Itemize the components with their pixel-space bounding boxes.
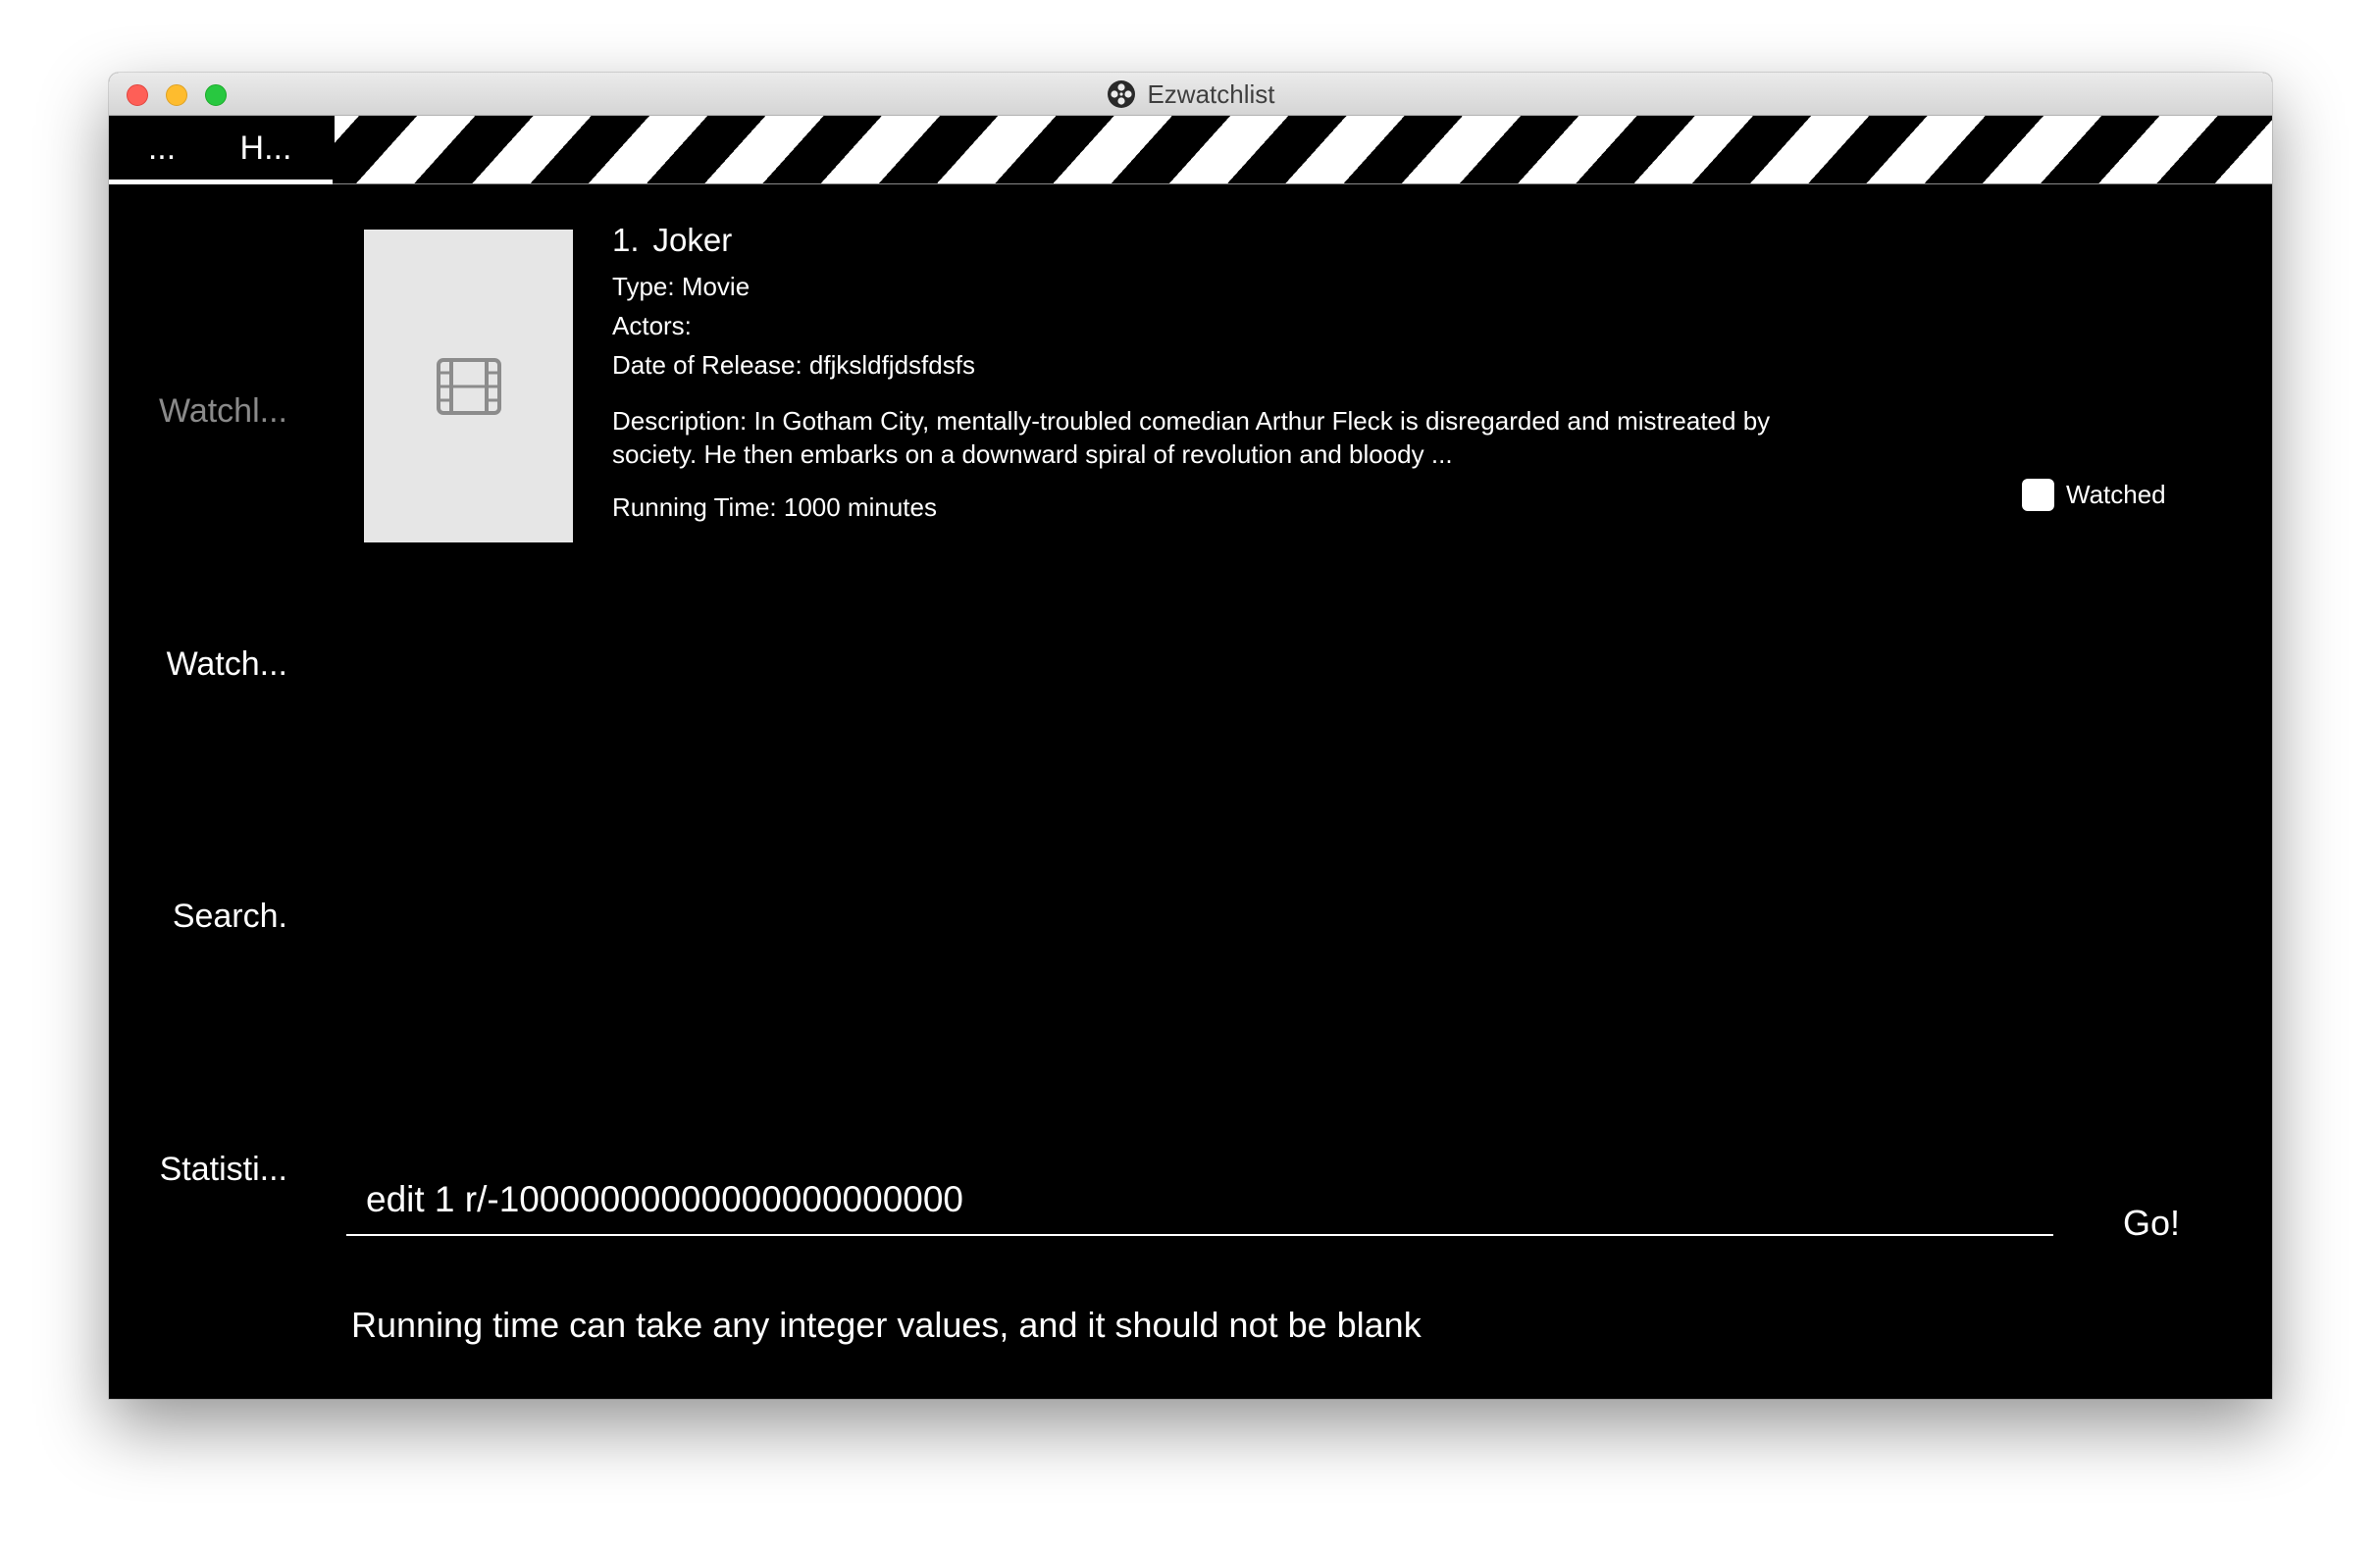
film-reel-icon <box>1108 80 1136 108</box>
checkbox-box[interactable] <box>2022 479 2054 511</box>
watched-checkbox[interactable]: Watched <box>2022 479 2166 511</box>
sidebar-item-statistics[interactable]: Statisti... <box>109 1151 287 1189</box>
show-index: 1. <box>612 222 640 258</box>
app-window: Ezwatchlist ... H... Watchl... Watch... … <box>109 73 2272 1399</box>
result-feedback: Running time can take any integer values… <box>351 1305 1422 1345</box>
command-input[interactable] <box>346 1170 2181 1229</box>
active-tab-indicator <box>109 180 333 184</box>
tab-bar: ... H... <box>109 116 2272 184</box>
go-button[interactable]: Go! <box>2112 1199 2191 1248</box>
clapperboard-stripes <box>335 116 2272 184</box>
command-input-underline <box>346 1234 2053 1236</box>
show-running-time: Running Time: 1000 minutes <box>612 492 937 522</box>
tab-home[interactable]: H... <box>217 116 315 184</box>
tab-bar-divider <box>333 183 2272 184</box>
sidebar-item-search[interactable]: Search. <box>109 898 287 936</box>
tab-overflow[interactable]: ... <box>134 116 189 184</box>
film-strip-icon <box>436 357 501 415</box>
show-type: Type: Movie <box>612 272 750 301</box>
show-title: 1. Joker <box>612 222 732 259</box>
sidebar-item-watched[interactable]: Watch... <box>109 645 287 684</box>
window-title: Ezwatchlist <box>1147 78 1275 109</box>
show-description: Description: In Gotham City, mentally-tr… <box>612 406 1771 469</box>
show-release-date: Date of Release: dfjksldfjdsfdsfs <box>612 350 975 380</box>
title-bar: Ezwatchlist <box>109 73 2272 116</box>
watched-label: Watched <box>2066 480 2166 509</box>
show-actors: Actors: <box>612 311 692 340</box>
show-name: Joker <box>652 222 733 258</box>
poster-placeholder <box>364 230 573 542</box>
sidebar-item-watchlist[interactable]: Watchl... <box>109 392 287 431</box>
